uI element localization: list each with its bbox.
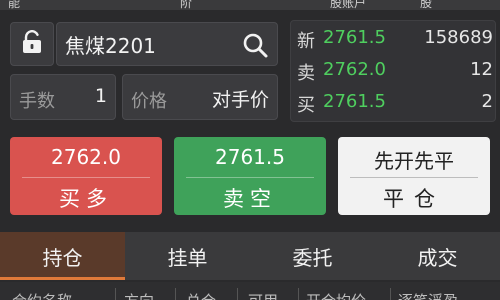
quote-volume: 2 (481, 91, 493, 112)
sell-label: 卖空 (223, 187, 277, 211)
quote-volume: 158689 (424, 27, 493, 48)
divider (186, 177, 314, 178)
top-status-strip: 能 阶 股账户 股 (0, 0, 500, 10)
lock-button[interactable] (10, 22, 54, 66)
sell-price: 2761.5 (215, 145, 285, 169)
tab-trades[interactable]: 成交 (375, 232, 500, 280)
divider (22, 177, 150, 178)
tab-orders[interactable]: 委托 (250, 232, 375, 280)
divider (115, 288, 116, 300)
divider (390, 288, 391, 300)
header-avg-price: 开仓均价 (306, 290, 366, 300)
buy-label: 买多 (59, 187, 113, 211)
contract-symbol-field[interactable]: 焦煤2201 (56, 22, 278, 66)
tab-positions[interactable]: 持仓 (0, 232, 125, 280)
buy-long-button[interactable]: 2762.0 买多 (10, 137, 162, 215)
divider (175, 288, 176, 300)
price-label: 价格 (131, 91, 167, 112)
tab-pending-orders[interactable]: 挂单 (125, 232, 250, 280)
quote-row-ask: 卖 2762.0 12 (297, 57, 493, 87)
quote-volume: 12 (470, 59, 493, 80)
price-value: 对手价 (211, 89, 269, 111)
lock-icon (21, 30, 43, 58)
quote-price: 2761.5 (323, 27, 386, 48)
close-label: 平仓 (383, 187, 445, 211)
header-contract: 合约名称 (12, 290, 72, 300)
divider (298, 288, 299, 300)
quote-panel: 新 2761.5 158689 卖 2762.0 12 买 2761.5 2 (290, 20, 496, 122)
tab-bar: 持仓 挂单 委托 成交 (0, 232, 500, 280)
top-partial-text: 能 (8, 0, 21, 10)
quote-price: 2762.0 (323, 59, 386, 80)
top-partial-text: 股 (420, 0, 433, 10)
header-total: 总仓 (186, 290, 216, 300)
price-field[interactable]: 价格 对手价 (122, 74, 278, 120)
top-partial-text: 阶 (180, 0, 193, 10)
search-icon[interactable] (241, 31, 269, 59)
quote-label: 买 (297, 95, 315, 116)
quantity-field[interactable]: 手数 1 (10, 74, 116, 120)
positions-table-header: 合约名称 方向 总仓 可用 开仓均价 逐笔浮盈 (0, 282, 500, 300)
quantity-value: 1 (94, 85, 107, 107)
quote-row-last: 新 2761.5 158689 (297, 25, 493, 55)
top-partial-text: 股账户 (330, 0, 367, 10)
quote-row-bid: 买 2761.5 2 (297, 89, 493, 119)
header-float-pnl: 逐笔浮盈 (398, 290, 458, 300)
sell-short-button[interactable]: 2761.5 卖空 (174, 137, 326, 215)
divider (237, 288, 238, 300)
quote-price: 2761.5 (323, 91, 386, 112)
quantity-label: 手数 (19, 91, 55, 112)
buy-price: 2762.0 (51, 145, 121, 169)
header-available: 可用 (248, 290, 278, 300)
quote-label: 新 (297, 31, 315, 52)
header-direction: 方向 (124, 290, 154, 300)
contract-symbol: 焦煤2201 (65, 33, 156, 58)
divider (350, 177, 478, 178)
close-mode-label: 先开先平 (374, 149, 454, 173)
close-position-button[interactable]: 先开先平 平仓 (338, 137, 490, 215)
quote-label: 卖 (297, 63, 315, 84)
